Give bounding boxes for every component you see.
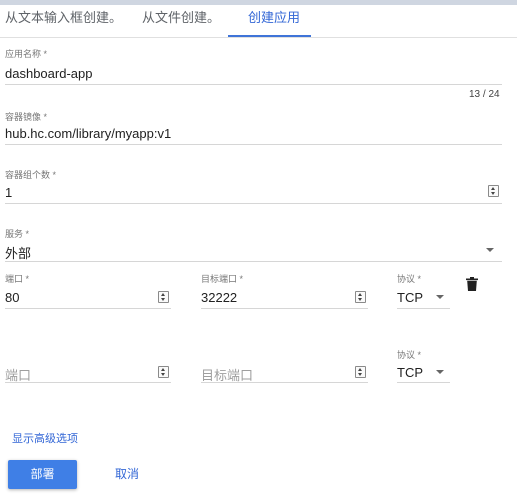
trash-icon[interactable] [466,277,478,291]
protocol-2-underline [397,382,450,383]
port-2-spinner-icon[interactable] [158,366,169,378]
deploy-button[interactable]: 部署 [8,460,77,489]
protocol-underline [397,308,450,309]
service-select[interactable]: 外部 [5,243,31,262]
target-port-2-spinner-icon[interactable] [355,366,366,378]
image-input[interactable]: hub.hc.com/library/myapp:v1 [5,126,171,141]
port-spinner-icon[interactable] [158,291,169,303]
protocol-caret-down-icon[interactable] [436,295,444,299]
app-name-underline [5,84,502,85]
target-port-underline [201,308,368,309]
target-port-input[interactable]: 32222 [201,290,237,305]
port-label: 端口 * [5,274,30,284]
service-underline [5,261,502,262]
protocol-2-caret-down-icon[interactable] [436,370,444,374]
pods-underline [5,203,502,204]
cancel-button[interactable]: 取消 [104,460,150,489]
protocol-select[interactable]: TCP [397,290,423,305]
tab-create-from-file[interactable]: 从文件创建。 [142,5,220,37]
show-advanced-options-link[interactable]: 显示高级选项 [12,430,78,446]
image-label: 容器镜像 * [5,112,48,122]
port-input[interactable]: 80 [5,290,19,305]
tab-create-app[interactable]: 创建应用 [248,5,300,37]
app-name-label: 应用名称 * [5,49,48,59]
target-port-spinner-icon[interactable] [355,291,366,303]
service-label: 服务 * [5,229,30,239]
image-underline [5,144,502,145]
protocol-label: 协议 * [397,274,422,284]
active-tab-indicator [228,35,311,37]
protocol-2-label: 协议 * [397,350,422,360]
service-caret-down-icon[interactable] [486,248,494,252]
tab-bar: 从文本输入框创建。 从文件创建。 创建应用 [0,5,517,38]
target-port-label: 目标端口 * [201,274,244,284]
app-name-input[interactable]: dashboard-app [5,66,92,81]
pods-spinner-icon[interactable] [488,185,499,197]
protocol-2-select[interactable]: TCP [397,365,423,380]
target-port-2-underline [201,382,368,383]
tab-create-from-text[interactable]: 从文本输入框创建。 [5,5,122,37]
app-name-counter: 13 / 24 [469,89,500,100]
port-underline [5,308,171,309]
pods-input[interactable]: 1 [5,185,12,200]
pods-label: 容器组个数 * [5,170,57,180]
port-2-underline [5,382,171,383]
